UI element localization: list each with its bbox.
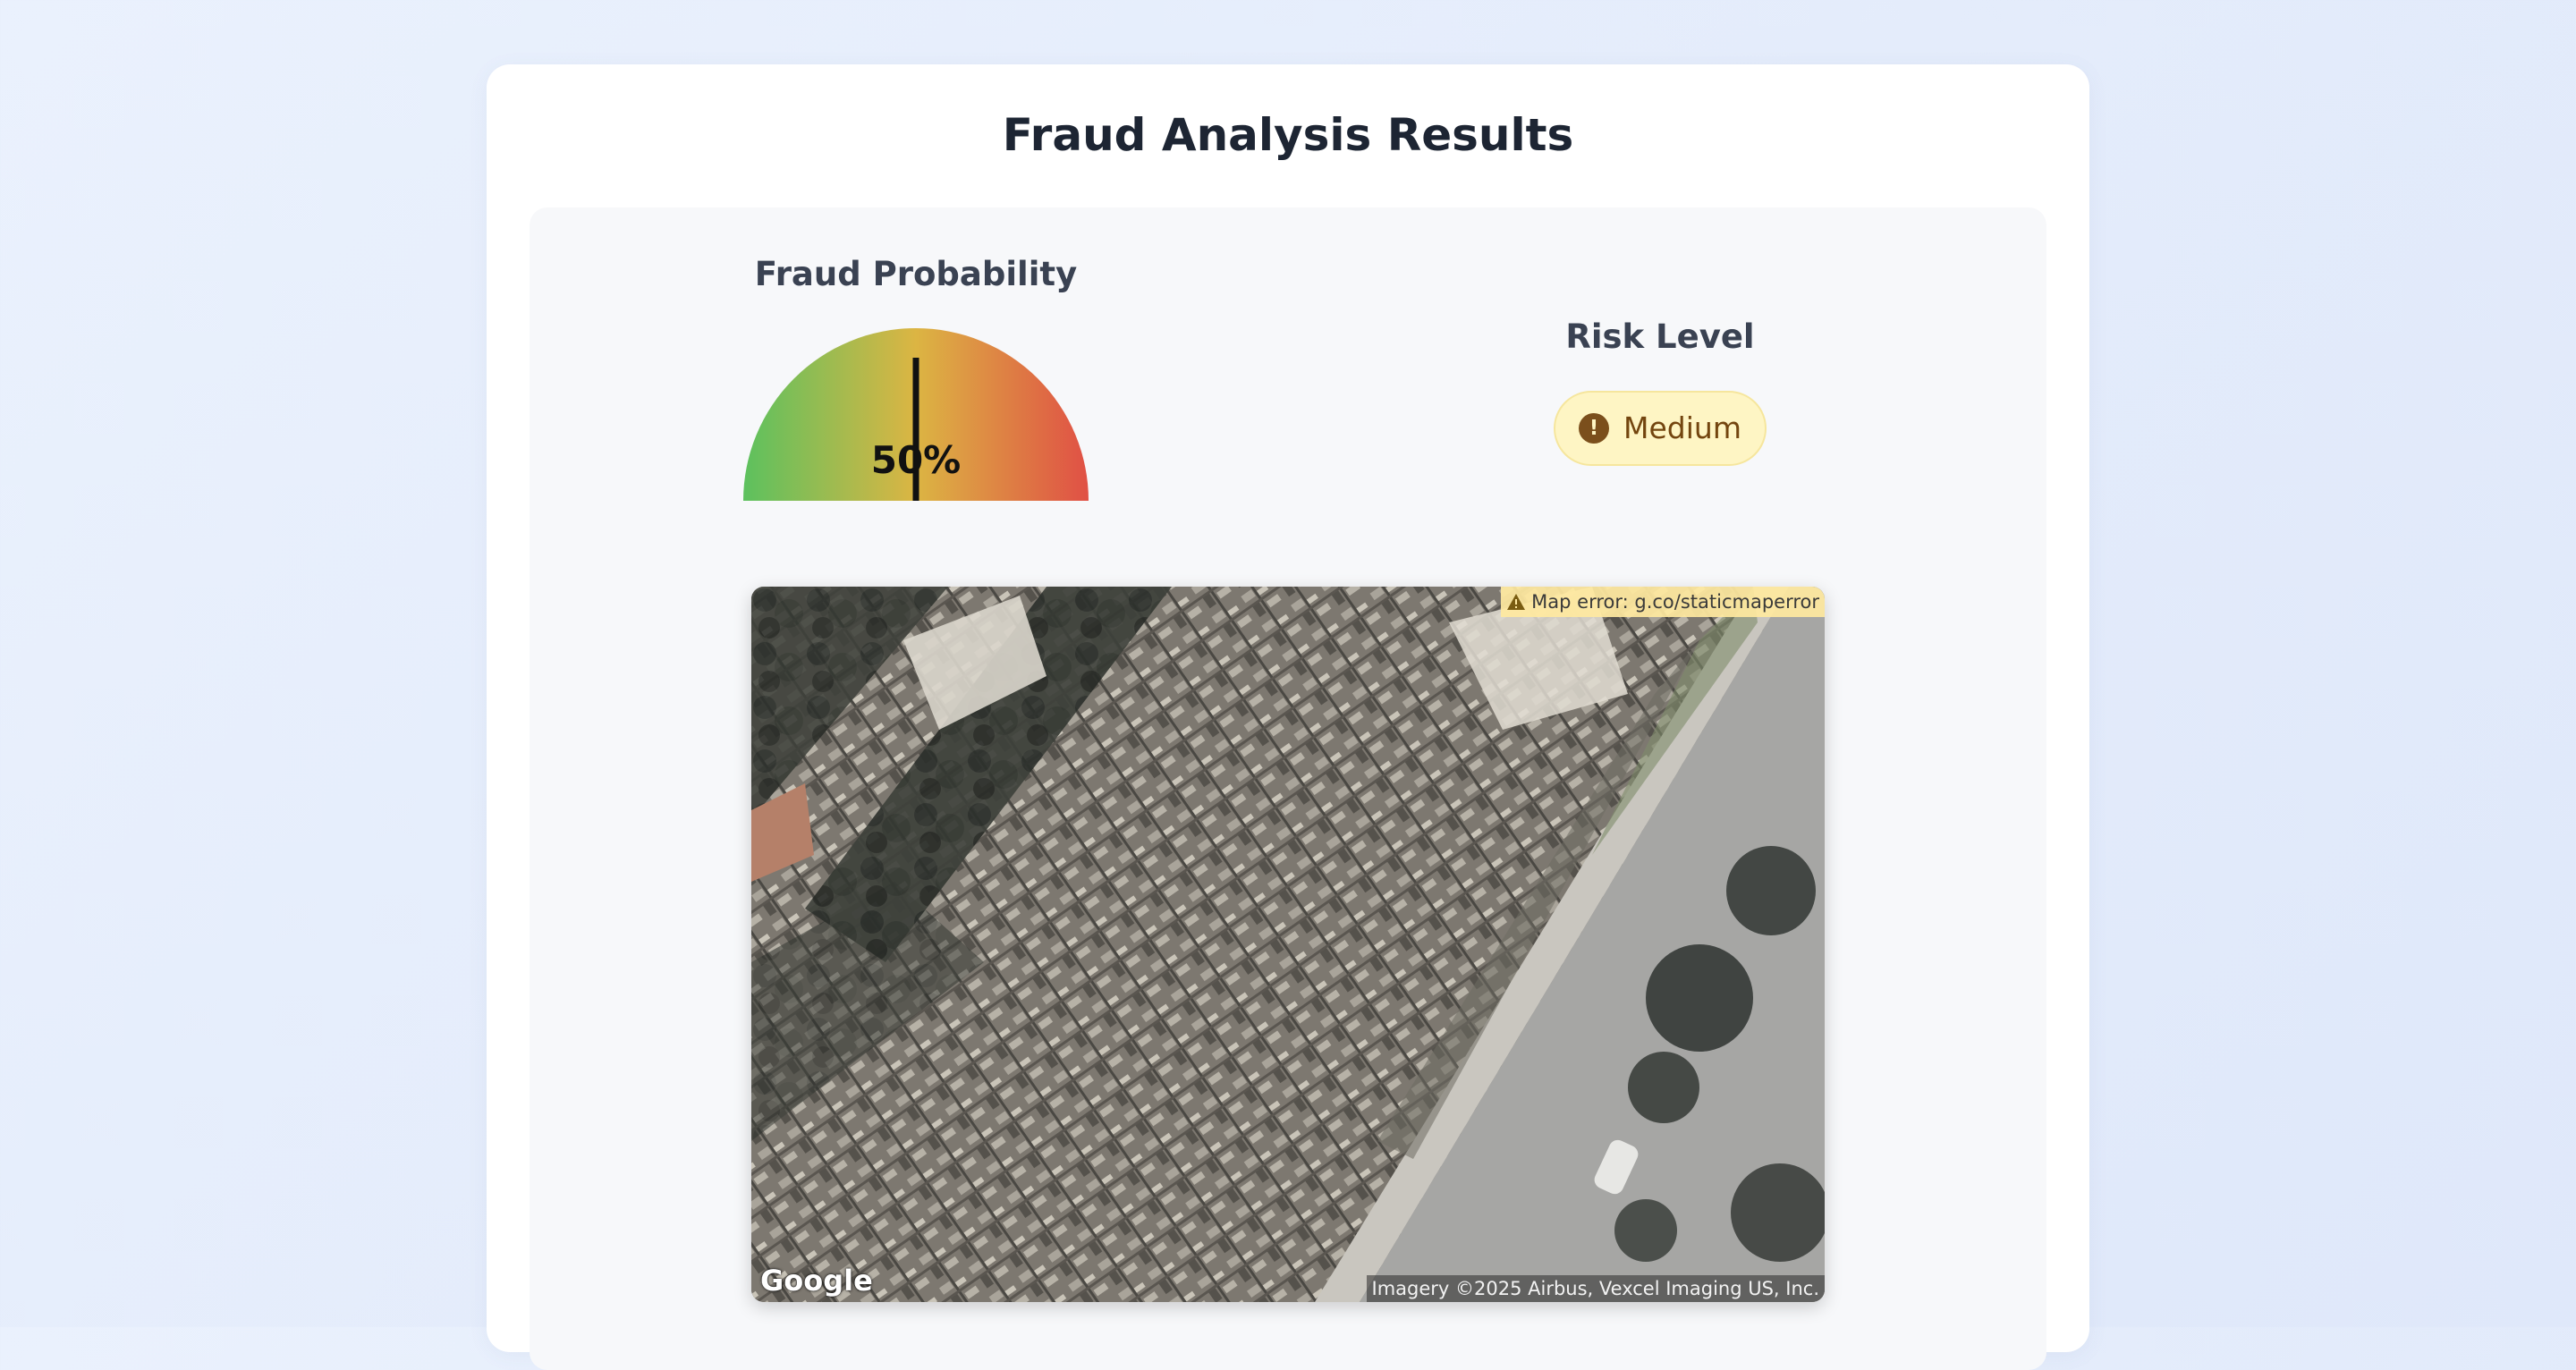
page-title: Fraud Analysis Results xyxy=(1002,109,1574,161)
map-error-text: Map error: g.co/staticmaperror xyxy=(1531,591,1819,613)
risk-level-value: Medium xyxy=(1623,410,1741,445)
map-attribution[interactable]: Imagery ©2025 Airbus, Vexcel Imaging US,… xyxy=(1366,1275,1825,1302)
alert-circle-icon: ! xyxy=(1579,413,1610,444)
satellite-map[interactable]: Map error: g.co/staticmaperror Google Im… xyxy=(751,587,1825,1302)
map-error-banner[interactable]: Map error: g.co/staticmaperror xyxy=(1501,587,1825,617)
satellite-imagery xyxy=(751,587,1825,1302)
google-logo: Google xyxy=(760,1264,873,1298)
fraud-probability-value: 50% xyxy=(870,438,962,482)
risk-level-label: Risk Level xyxy=(1565,317,1755,356)
fraud-probability-label: Fraud Probability xyxy=(754,255,1078,293)
risk-level-badge: ! Medium xyxy=(1554,391,1767,466)
warning-icon xyxy=(1507,594,1526,610)
